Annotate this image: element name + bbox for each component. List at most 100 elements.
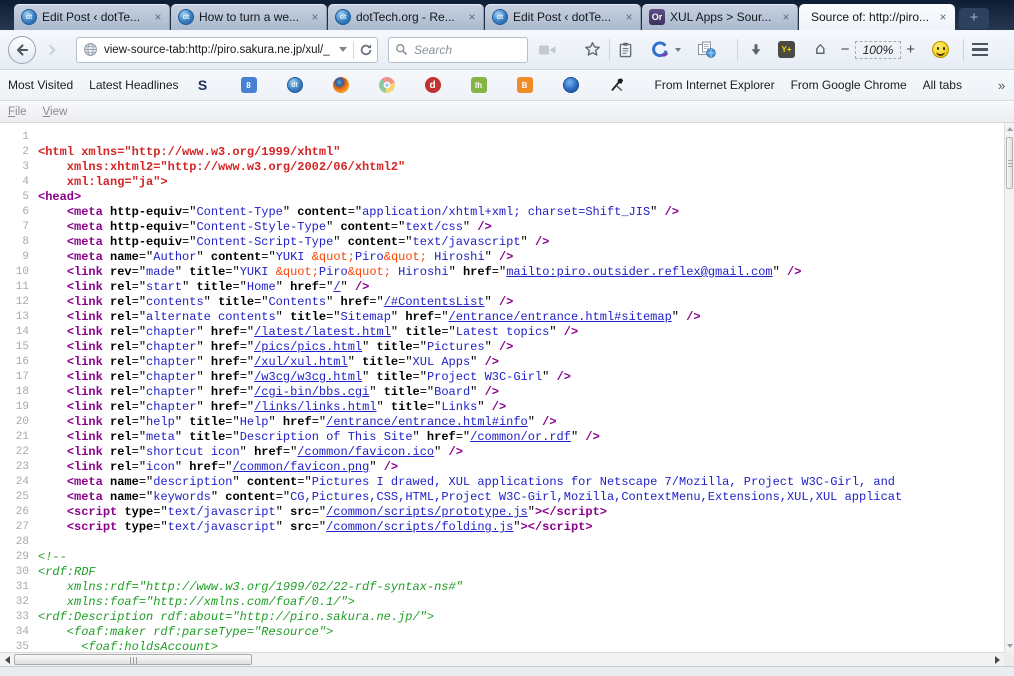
source-link[interactable]: /#ContentsList	[384, 295, 485, 309]
scroll-right-button[interactable]	[990, 653, 1004, 666]
bookmark-item-all-tabs[interactable]: All tabs	[923, 78, 962, 92]
source-link[interactable]: /	[333, 280, 340, 294]
tab-close-button[interactable]: ×	[622, 10, 636, 24]
line-number: 8	[0, 235, 38, 250]
tab[interactable]: dtdotTech.org - Re...×	[328, 4, 484, 30]
source-line: 10 <link rev="made" title="YUKI &quot;Pi…	[0, 265, 1004, 280]
urlbar-dropdown-icon[interactable]	[339, 47, 347, 52]
green-lh-bookmark-icon[interactable]: lh	[471, 77, 487, 93]
menu-file[interactable]: File	[8, 106, 27, 118]
url-bar[interactable]: view-source-tab:http://piro.sakura.ne.jp…	[76, 37, 378, 63]
reload-button[interactable]	[359, 43, 373, 57]
tab-close-button[interactable]: ×	[779, 10, 793, 24]
tab[interactable]: Source of: http://piro...×	[799, 4, 955, 30]
code-token: content	[297, 205, 347, 219]
horizontal-scrollbar-thumb[interactable]	[14, 654, 252, 665]
forward-button[interactable]	[42, 37, 62, 63]
source-link[interactable]: /latest/latest.html	[254, 325, 391, 339]
line-number: 25	[0, 490, 38, 505]
line-number: 7	[0, 220, 38, 235]
downloads-button[interactable]	[748, 42, 764, 58]
zoom-level[interactable]: 100%	[855, 41, 902, 59]
bookmark-item-latest-headlines[interactable]: Latest Headlines	[89, 78, 178, 92]
clipboard-button[interactable]	[618, 42, 633, 58]
code-token: />	[485, 385, 499, 399]
tools-bookmark-icon[interactable]	[609, 77, 625, 93]
dottech-bookmark-icon[interactable]: dt	[287, 77, 303, 93]
blogger-b-bookmark-icon[interactable]: B	[517, 77, 533, 93]
code-token: &quot;	[312, 250, 355, 264]
google-8-bookmark-icon[interactable]: 8	[241, 77, 257, 93]
firefox-bookmark-icon[interactable]	[333, 77, 349, 93]
bookmark-star-button[interactable]	[584, 41, 601, 58]
bookmarks-overflow-chevron[interactable]: »	[998, 78, 1006, 93]
bookmark-item-from-google-chrome[interactable]: From Google Chrome	[791, 78, 907, 92]
tab[interactable]: OrXUL Apps > Sour...×	[642, 4, 798, 30]
code-token: XUL Apps	[413, 355, 471, 369]
code-token: ="	[132, 415, 146, 429]
tab-close-button[interactable]: ×	[936, 10, 950, 24]
line-number: 21	[0, 430, 38, 445]
source-link[interactable]: /common/favicon.png	[232, 460, 369, 474]
code-token: />	[499, 295, 513, 309]
source-link[interactable]: /common/scripts/folding.js	[326, 520, 513, 534]
source-link[interactable]: /xul/xul.html	[254, 355, 348, 369]
translate-pages-button[interactable]	[697, 41, 717, 58]
code-token: "	[196, 325, 210, 339]
code-token: Project W3C-Girl	[427, 370, 542, 384]
navy-s-bookmark-icon[interactable]: S	[195, 77, 211, 93]
tab-close-button[interactable]: ×	[151, 10, 165, 24]
back-button[interactable]	[8, 36, 36, 64]
camera-icon[interactable]	[538, 43, 558, 57]
vertical-scrollbar-thumb[interactable]	[1006, 137, 1013, 189]
source-link[interactable]: /common/or.rdf	[470, 430, 571, 444]
bookmark-item-from-internet-explorer[interactable]: From Internet Explorer	[655, 78, 775, 92]
code-token	[38, 355, 67, 369]
source-link[interactable]: /w3cg/w3cg.html	[254, 370, 362, 384]
code-token: xmlns:xhtml2="http://www.w3.org/2002/06/…	[38, 160, 405, 174]
source-link[interactable]: mailto:piro.outsider.reflex@gmail.com	[506, 265, 772, 279]
code-token: ="	[132, 295, 146, 309]
tab[interactable]: dtEdit Post ‹ dotTe...×	[14, 4, 170, 30]
vertical-scrollbar[interactable]	[1004, 123, 1014, 652]
menu-button[interactable]	[972, 43, 988, 57]
red-d-bookmark-icon[interactable]: d	[425, 77, 441, 93]
horizontal-scrollbar[interactable]	[0, 652, 1004, 666]
chrome-bookmark-icon[interactable]	[379, 77, 395, 93]
scroll-left-button[interactable]	[0, 653, 14, 666]
home-button[interactable]: ⌂	[815, 41, 826, 58]
source-link[interactable]: /entrance/entrance.html#sitemap	[449, 310, 672, 324]
code-token: href	[254, 445, 283, 459]
url-text[interactable]: view-source-tab:http://piro.sakura.ne.jp…	[104, 44, 333, 56]
scroll-up-button[interactable]	[1005, 123, 1014, 135]
source-link[interactable]: /pics/pics.html	[254, 340, 362, 354]
source-link[interactable]: /links/links.html	[254, 400, 376, 414]
source-link[interactable]: /common/favicon.ico	[297, 445, 434, 459]
zoom-out-button[interactable]: −	[836, 41, 855, 58]
source-link[interactable]: /common/scripts/prototype.js	[326, 505, 528, 519]
code-token	[38, 205, 67, 219]
sync-dropdown-icon[interactable]	[675, 48, 681, 52]
code-token: ="	[132, 280, 146, 294]
blue-app-bookmark-icon[interactable]	[563, 77, 579, 93]
new-tab-button[interactable]: +	[959, 8, 989, 29]
tab[interactable]: dtHow to turn a we...×	[171, 4, 327, 30]
zoom-in-button[interactable]: +	[901, 41, 920, 58]
bookmark-item-most-visited[interactable]: Most Visited	[8, 78, 73, 92]
code-token: "	[333, 235, 347, 249]
smiley-extension-icon[interactable]	[932, 41, 949, 58]
tab-close-button[interactable]: ×	[465, 10, 479, 24]
tab[interactable]: dtEdit Post ‹ dotTe...×	[485, 4, 641, 30]
sync-extension-button[interactable]	[651, 41, 670, 58]
tab-close-button[interactable]: ×	[308, 10, 322, 24]
source-link[interactable]: /cgi-bin/bbs.cgi	[254, 385, 369, 399]
code-token: ="	[283, 445, 297, 459]
source-link[interactable]: /entrance/entrance.html#info	[326, 415, 528, 429]
code-token: <rdf:RDF	[38, 565, 96, 579]
line-code: <rdf:Description rdf:about="http://piro.…	[38, 610, 1004, 625]
scroll-down-button[interactable]	[1005, 640, 1014, 652]
search-field[interactable]: Search	[388, 37, 528, 63]
y-plus-extension-icon[interactable]: Y+	[778, 41, 795, 58]
site-identity-globe-icon[interactable]	[83, 42, 98, 57]
menu-view[interactable]: View	[43, 106, 68, 118]
